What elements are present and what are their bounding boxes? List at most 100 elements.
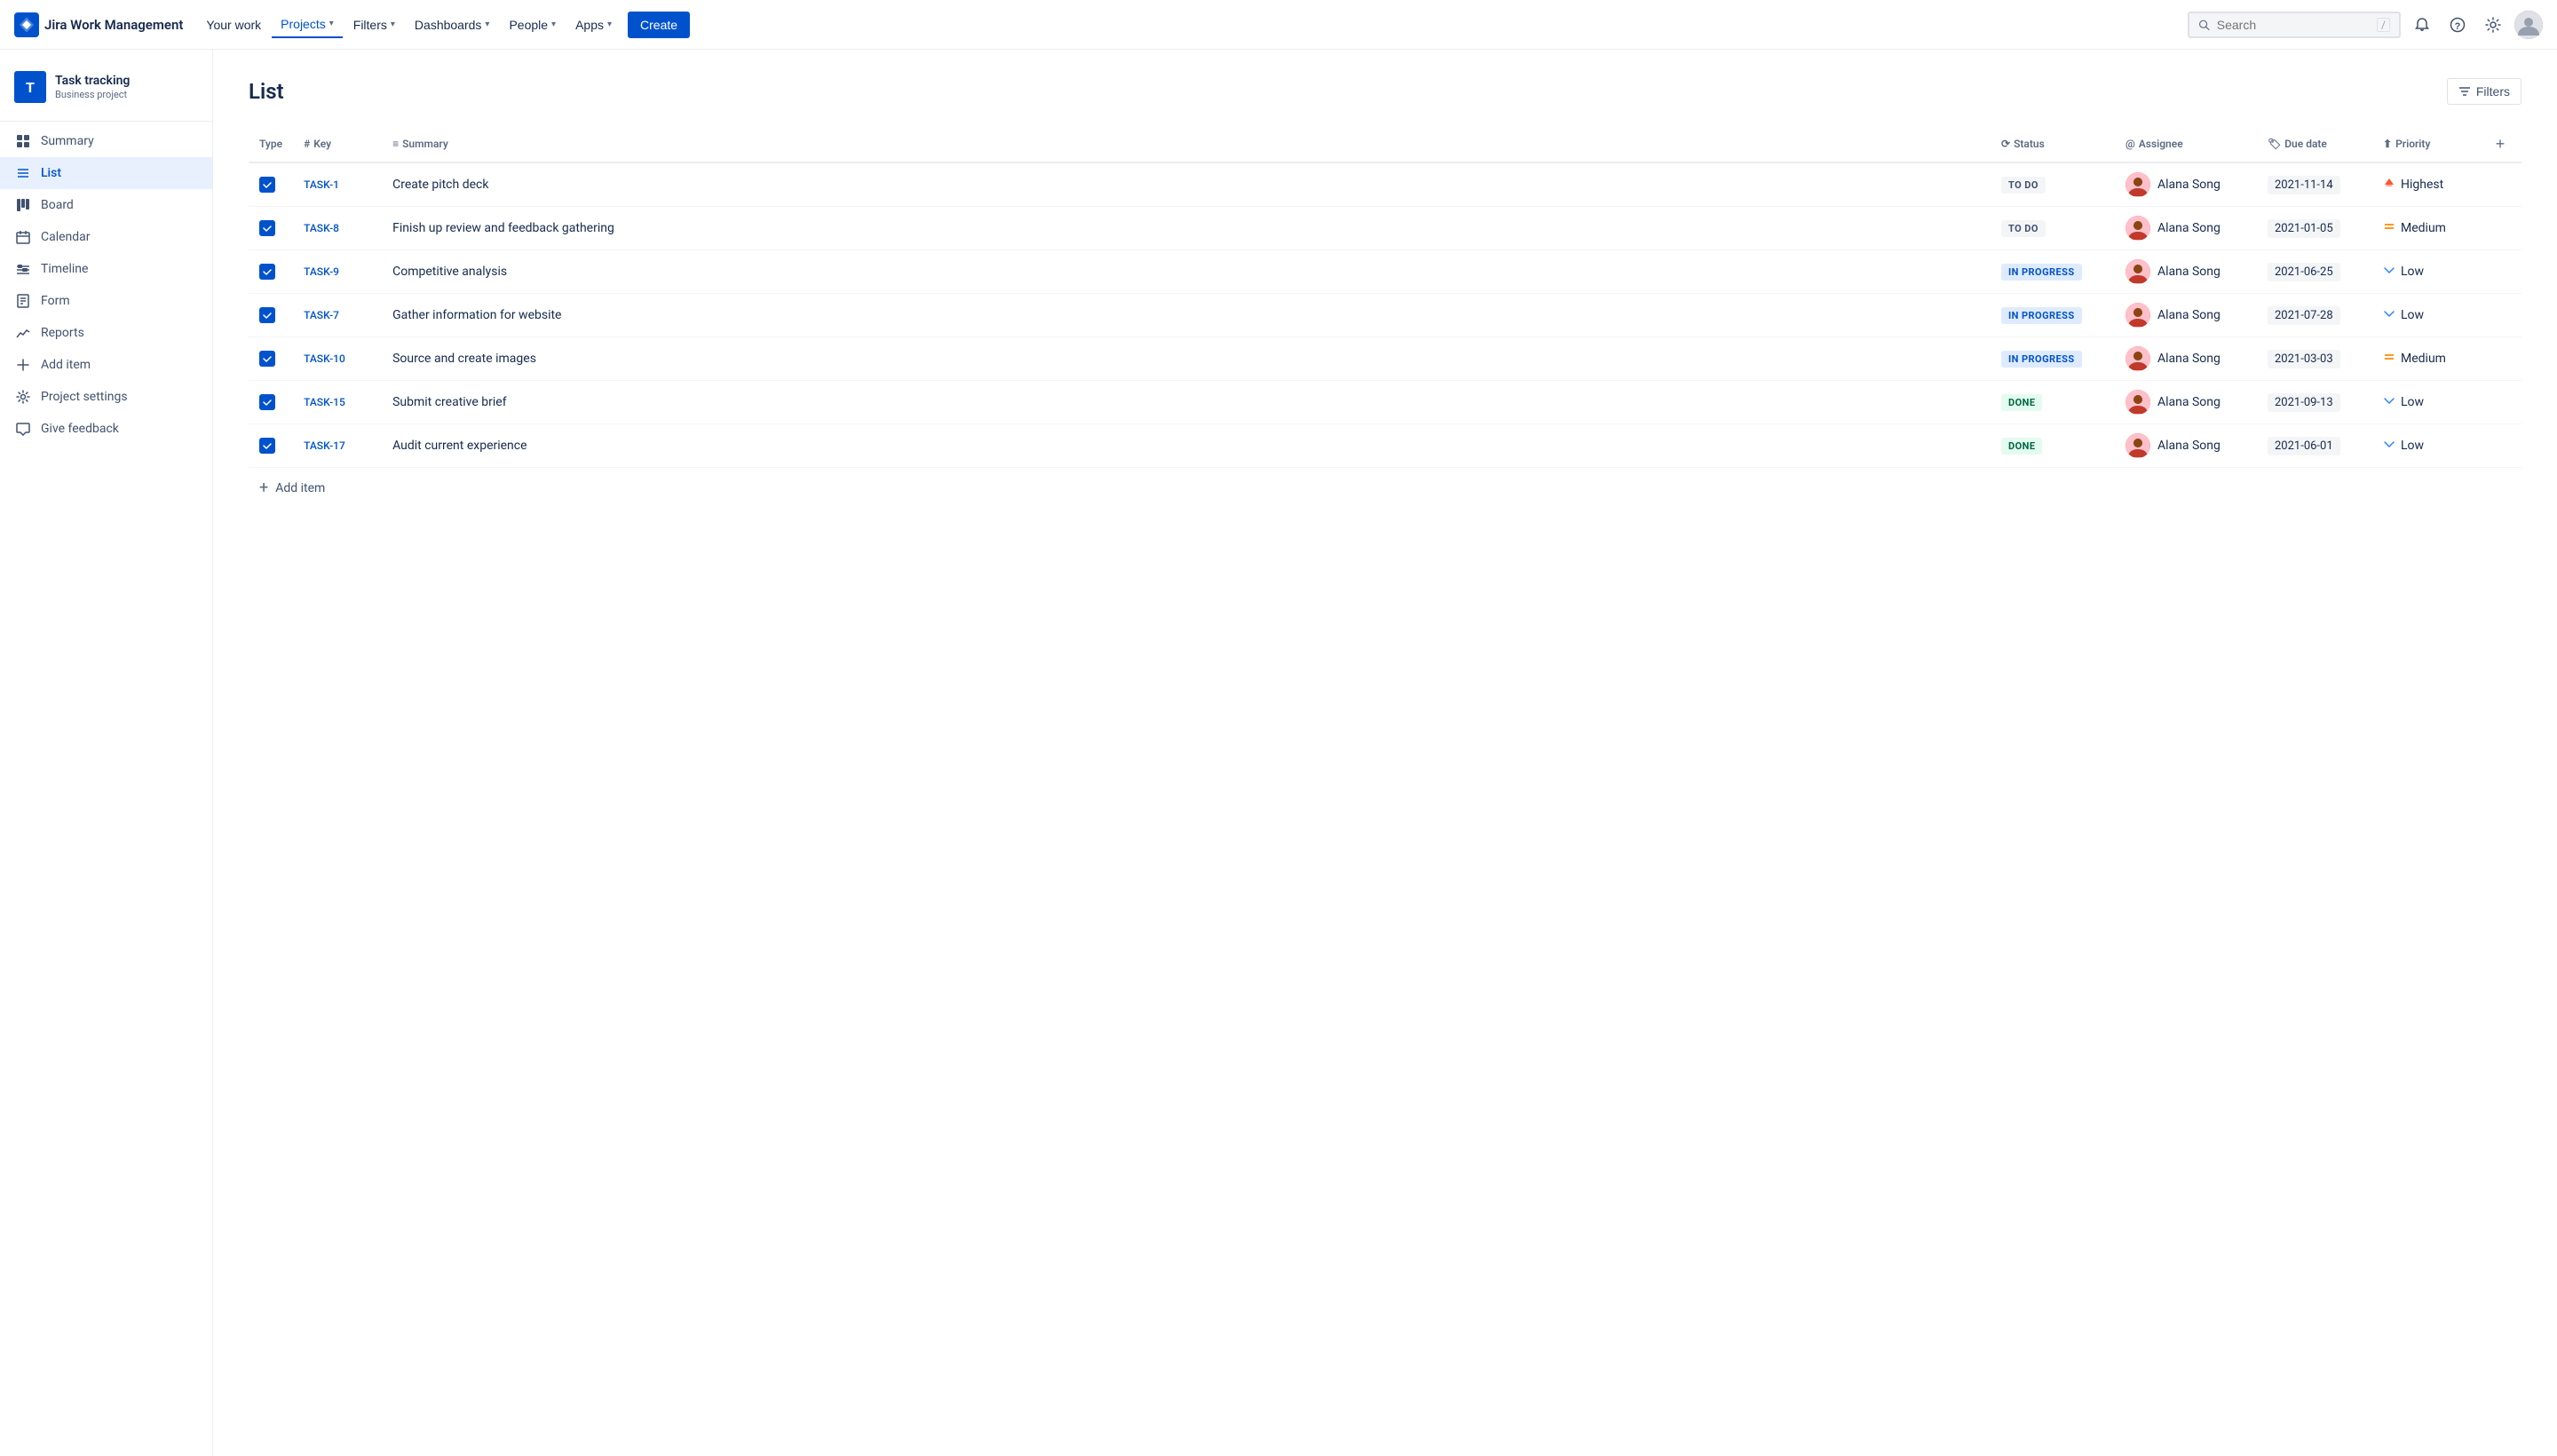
task-key[interactable]: TASK-17 <box>304 439 345 452</box>
assignee-name: Alana Song <box>2157 352 2221 366</box>
task-summary[interactable]: Source and create images <box>392 352 536 366</box>
give-feedback-icon <box>14 420 32 438</box>
people-chevron-icon: ▾ <box>551 20 556 29</box>
user-avatar[interactable] <box>2514 11 2543 39</box>
status-badge[interactable]: IN PROGRESS <box>2001 264 2082 281</box>
due-date-badge: 2021-07-28 <box>2268 306 2340 325</box>
task-summary-cell: Finish up review and feedback gathering <box>382 207 1991 250</box>
task-due-date-cell: 2021-03-03 <box>2257 337 2372 381</box>
task-due-date-cell: 2021-09-13 <box>2257 381 2372 424</box>
notifications-button[interactable] <box>2408 11 2436 39</box>
priority-label: Low <box>2401 439 2424 453</box>
task-summary[interactable]: Submit creative brief <box>392 395 506 409</box>
sidebar-item-reports[interactable]: Reports <box>0 317 212 349</box>
task-summary[interactable]: Finish up review and feedback gathering <box>392 221 614 235</box>
priority-icon <box>2383 394 2395 410</box>
topnav-right: / ? <box>2188 11 2543 39</box>
task-checkbox[interactable] <box>259 220 275 236</box>
assignee-cell: Alana Song <box>2126 303 2246 328</box>
status-badge[interactable]: TO DO <box>2001 220 2046 237</box>
projects-nav[interactable]: Projects ▾ <box>272 12 343 38</box>
status-badge[interactable]: IN PROGRESS <box>2001 307 2082 324</box>
sidebar-item-summary[interactable]: Summary <box>0 125 212 157</box>
table-row: TASK-8 Finish up review and feedback gat… <box>249 207 2521 250</box>
task-summary-cell: Submit creative brief <box>382 381 1991 424</box>
task-status-cell: IN PROGRESS <box>1991 337 2115 381</box>
sidebar-item-project-settings[interactable]: Project settings <box>0 381 212 413</box>
due-date-badge: 2021-06-25 <box>2268 263 2340 281</box>
sidebar-item-timeline[interactable]: Timeline <box>0 253 212 285</box>
help-button[interactable]: ? <box>2443 11 2472 39</box>
task-checkbox[interactable] <box>259 438 275 454</box>
apps-nav[interactable]: Apps ▾ <box>566 12 621 37</box>
col-header-due-date: 🏷Due date <box>2257 126 2372 162</box>
priority-icon <box>2383 177 2395 193</box>
app-layout: T Task tracking Business project Summary <box>0 50 2557 1456</box>
due-date-badge: 2021-01-05 <box>2268 219 2340 238</box>
task-summary[interactable]: Gather information for website <box>392 308 561 322</box>
logo[interactable]: Jira Work Management <box>14 12 183 37</box>
col-header-add: + <box>2479 126 2521 162</box>
task-key[interactable]: TASK-15 <box>304 396 345 408</box>
your-work-nav[interactable]: Your work <box>197 12 270 37</box>
task-checkbox[interactable] <box>259 264 275 280</box>
status-badge[interactable]: IN PROGRESS <box>2001 351 2082 368</box>
top-navigation: Jira Work Management Your work Projects … <box>0 0 2557 50</box>
task-checkbox-cell <box>249 250 293 294</box>
task-assignee-cell: Alana Song <box>2115 250 2257 294</box>
col-header-status: ⟳Status <box>1991 126 2115 162</box>
task-priority-cell: Low <box>2372 294 2479 337</box>
task-summary-cell: Audit current experience <box>382 424 1991 468</box>
sidebar-item-form[interactable]: Form <box>0 285 212 317</box>
settings-button[interactable] <box>2479 11 2507 39</box>
dashboards-nav[interactable]: Dashboards ▾ <box>406 12 499 37</box>
task-status-cell: TO DO <box>1991 207 2115 250</box>
priority-icon <box>2383 264 2395 280</box>
filters-button[interactable]: Filters <box>2447 78 2521 105</box>
sidebar-project: T Task tracking Business project <box>0 64 212 117</box>
task-key[interactable]: TASK-1 <box>304 178 339 191</box>
add-item-row[interactable]: + Add item <box>249 468 2521 508</box>
search-icon <box>2198 18 2210 32</box>
task-key[interactable]: TASK-7 <box>304 309 339 321</box>
priority-cell: Low <box>2383 307 2468 323</box>
sidebar-item-add-item[interactable]: Add item <box>0 349 212 381</box>
search-input[interactable] <box>2217 18 2370 32</box>
add-column-button[interactable]: + <box>2490 133 2511 154</box>
filters-chevron-icon: ▾ <box>391 20 395 29</box>
dashboards-chevron-icon: ▾ <box>485 20 489 29</box>
task-checkbox[interactable] <box>259 307 275 323</box>
assignee-name: Alana Song <box>2157 221 2221 235</box>
sidebar-item-board[interactable]: Board <box>0 189 212 221</box>
sidebar-item-list[interactable]: List <box>0 157 212 189</box>
status-badge[interactable]: TO DO <box>2001 177 2046 194</box>
task-checkbox[interactable] <box>259 351 275 367</box>
create-button[interactable]: Create <box>628 12 690 38</box>
due-date-badge: 2021-06-01 <box>2268 437 2340 455</box>
task-summary[interactable]: Competitive analysis <box>392 265 507 279</box>
sidebar-item-give-feedback[interactable]: Give feedback <box>0 413 212 445</box>
assignee-cell: Alana Song <box>2126 172 2246 197</box>
search-box[interactable]: / <box>2188 12 2401 38</box>
filters-nav[interactable]: Filters ▾ <box>344 12 404 37</box>
task-key[interactable]: TASK-10 <box>304 352 345 365</box>
task-checkbox[interactable] <box>259 394 275 410</box>
task-key-cell: TASK-8 <box>293 207 382 250</box>
task-add-cell <box>2479 250 2521 294</box>
assignee-name: Alana Song <box>2157 308 2221 322</box>
people-nav[interactable]: People ▾ <box>500 12 565 37</box>
task-summary[interactable]: Create pitch deck <box>392 178 488 192</box>
task-key[interactable]: TASK-8 <box>304 222 339 234</box>
priority-icon <box>2383 307 2395 323</box>
status-badge[interactable]: DONE <box>2001 394 2042 411</box>
task-summary[interactable]: Audit current experience <box>392 439 526 453</box>
task-priority-cell: Highest <box>2372 162 2479 207</box>
task-priority-cell: Low <box>2372 250 2479 294</box>
task-checkbox[interactable] <box>259 177 275 193</box>
task-assignee-cell: Alana Song <box>2115 337 2257 381</box>
task-key[interactable]: TASK-9 <box>304 265 339 278</box>
sidebar-item-calendar[interactable]: Calendar <box>0 221 212 253</box>
assignee-cell: Alana Song <box>2126 216 2246 241</box>
task-status-cell: DONE <box>1991 381 2115 424</box>
status-badge[interactable]: DONE <box>2001 438 2042 455</box>
